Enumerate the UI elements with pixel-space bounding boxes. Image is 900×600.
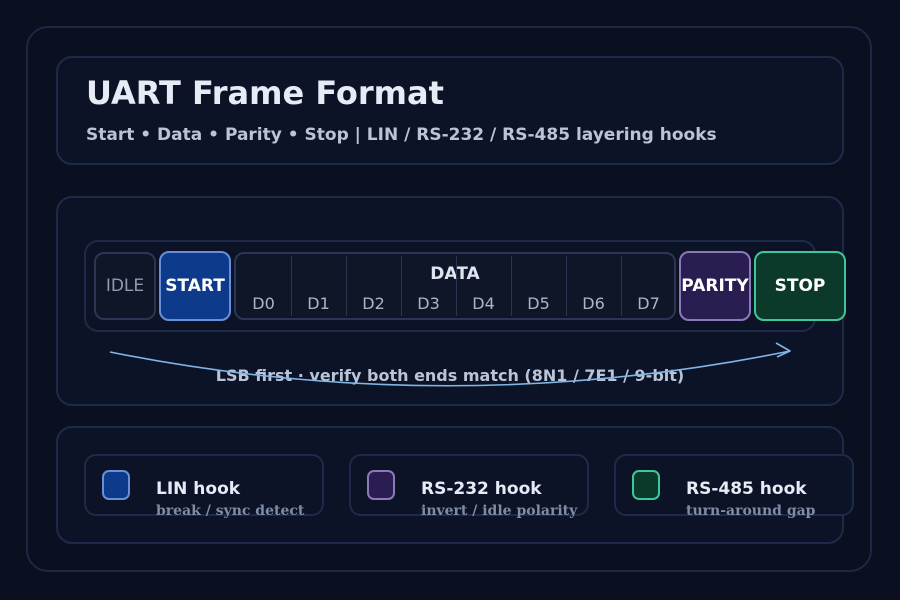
lin-swatch	[102, 470, 130, 500]
rs232-hook-title: RS-232 hook	[421, 479, 542, 499]
bit-d7: D7	[637, 294, 660, 313]
rs232-swatch	[367, 470, 395, 500]
bit-d2: D2	[362, 294, 385, 313]
bit-d3: D3	[417, 294, 440, 313]
rs485-swatch	[632, 470, 660, 500]
data-segment: DATA D0 D1 D2 D3 D4 D5 D6 D7	[234, 252, 676, 320]
rs485-hook-title: RS-485 hook	[686, 479, 807, 499]
bit-d0: D0	[252, 294, 275, 313]
idle-label: IDLE	[105, 276, 145, 296]
page-title: UART Frame Format	[86, 74, 444, 112]
lin-hook-title: LIN hook	[156, 479, 241, 499]
bit-d6: D6	[582, 294, 605, 313]
stop-segment: STOP	[754, 251, 846, 321]
bit-d4: D4	[472, 294, 495, 313]
data-label: DATA	[430, 264, 480, 284]
legend-card-rs485: RS-485 hook turn-around gap	[614, 454, 854, 519]
legend-card-rs232: RS-232 hook invert / idle polarity	[349, 454, 589, 519]
idle-segment: IDLE	[94, 252, 156, 320]
legend-card-lin: LIN hook break / sync detect	[84, 454, 324, 519]
page-subtitle: Start • Data • Parity • Stop | LIN / RS-…	[86, 125, 717, 145]
bit-order-caption: LSB first · verify both ends match (8N1 …	[215, 366, 685, 385]
rs232-hook-desc: invert / idle polarity	[421, 503, 578, 519]
bit-d1: D1	[307, 294, 330, 313]
lin-hook-desc: break / sync detect	[156, 503, 305, 519]
bit-d5: D5	[527, 294, 550, 313]
parity-label: PARITY	[681, 276, 749, 296]
start-segment: START	[159, 251, 231, 321]
stop-label: STOP	[774, 276, 826, 296]
parity-segment: PARITY	[679, 251, 751, 321]
rs485-hook-desc: turn-around gap	[686, 503, 816, 519]
start-label: START	[165, 276, 225, 296]
